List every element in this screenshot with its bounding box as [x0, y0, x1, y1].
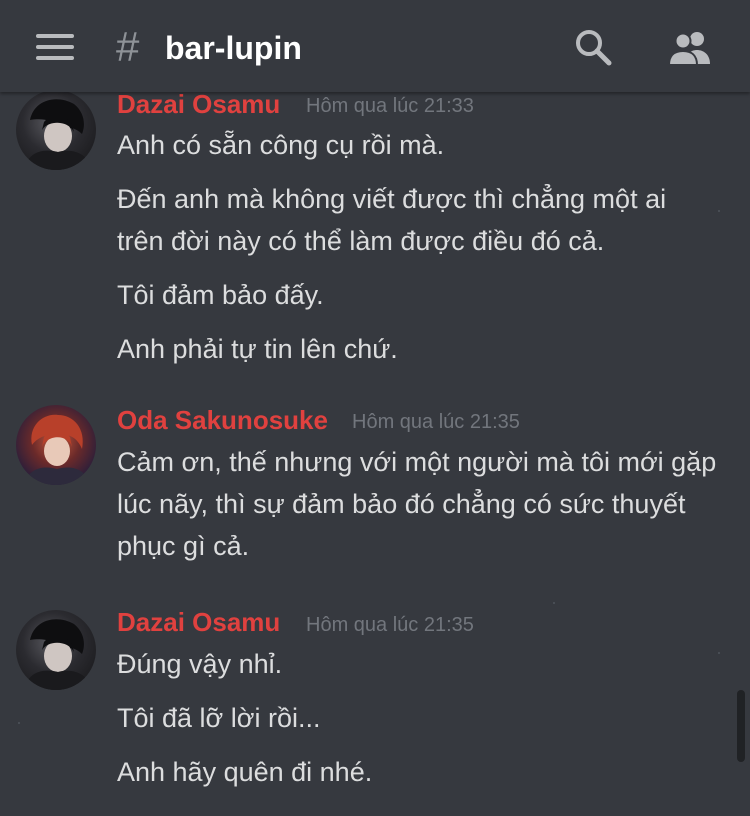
message-text: Đến anh mà không viết được thì chẳng một… [117, 184, 667, 256]
message-author[interactable]: Dazai Osamu [117, 607, 280, 637]
scrollbar[interactable] [737, 690, 745, 762]
avatar-dazai[interactable] [16, 610, 96, 690]
message-timestamp: Hôm qua lúc 21:35 [306, 614, 474, 636]
message-text: Tôi đảm bảo đấy. [117, 280, 324, 310]
message-list[interactable]: Dazai Osamu Hôm qua lúc 21:33 Anh có sẵn… [0, 92, 750, 816]
search-icon[interactable] [574, 28, 614, 68]
decorative-dot [18, 722, 20, 724]
decorative-dot [553, 602, 555, 604]
message-text: Cảm ơn, thế nhưng với một người mà tôi m… [117, 447, 717, 561]
message-text: Tôi đã lỡ lời rồi... [117, 703, 321, 733]
message-author[interactable]: Oda Sakunosuke [117, 405, 328, 435]
members-icon[interactable] [666, 28, 714, 68]
message-text: Anh hãy quên đi nhé. [117, 757, 373, 787]
message-text: Anh phải tự tin lên chứ. [117, 334, 398, 364]
avatar-dazai[interactable] [16, 92, 96, 170]
hamburger-icon[interactable] [36, 32, 76, 62]
channel-header: # bar-lupin [0, 0, 750, 92]
decorative-dot [718, 652, 720, 654]
message-text: Đúng vậy nhỉ. [117, 649, 283, 679]
decorative-dot [718, 210, 720, 212]
channel-title: bar-lupin [165, 30, 302, 66]
message-timestamp: Hôm qua lúc 21:35 [352, 411, 520, 433]
channel-hash-icon: # [116, 23, 140, 70]
message-text: Anh có sẵn công cụ rồi mà. [117, 130, 445, 160]
message-author[interactable]: Dazai Osamu [117, 92, 280, 119]
avatar-oda[interactable] [16, 405, 96, 485]
message-timestamp: Hôm qua lúc 21:33 [306, 95, 474, 117]
